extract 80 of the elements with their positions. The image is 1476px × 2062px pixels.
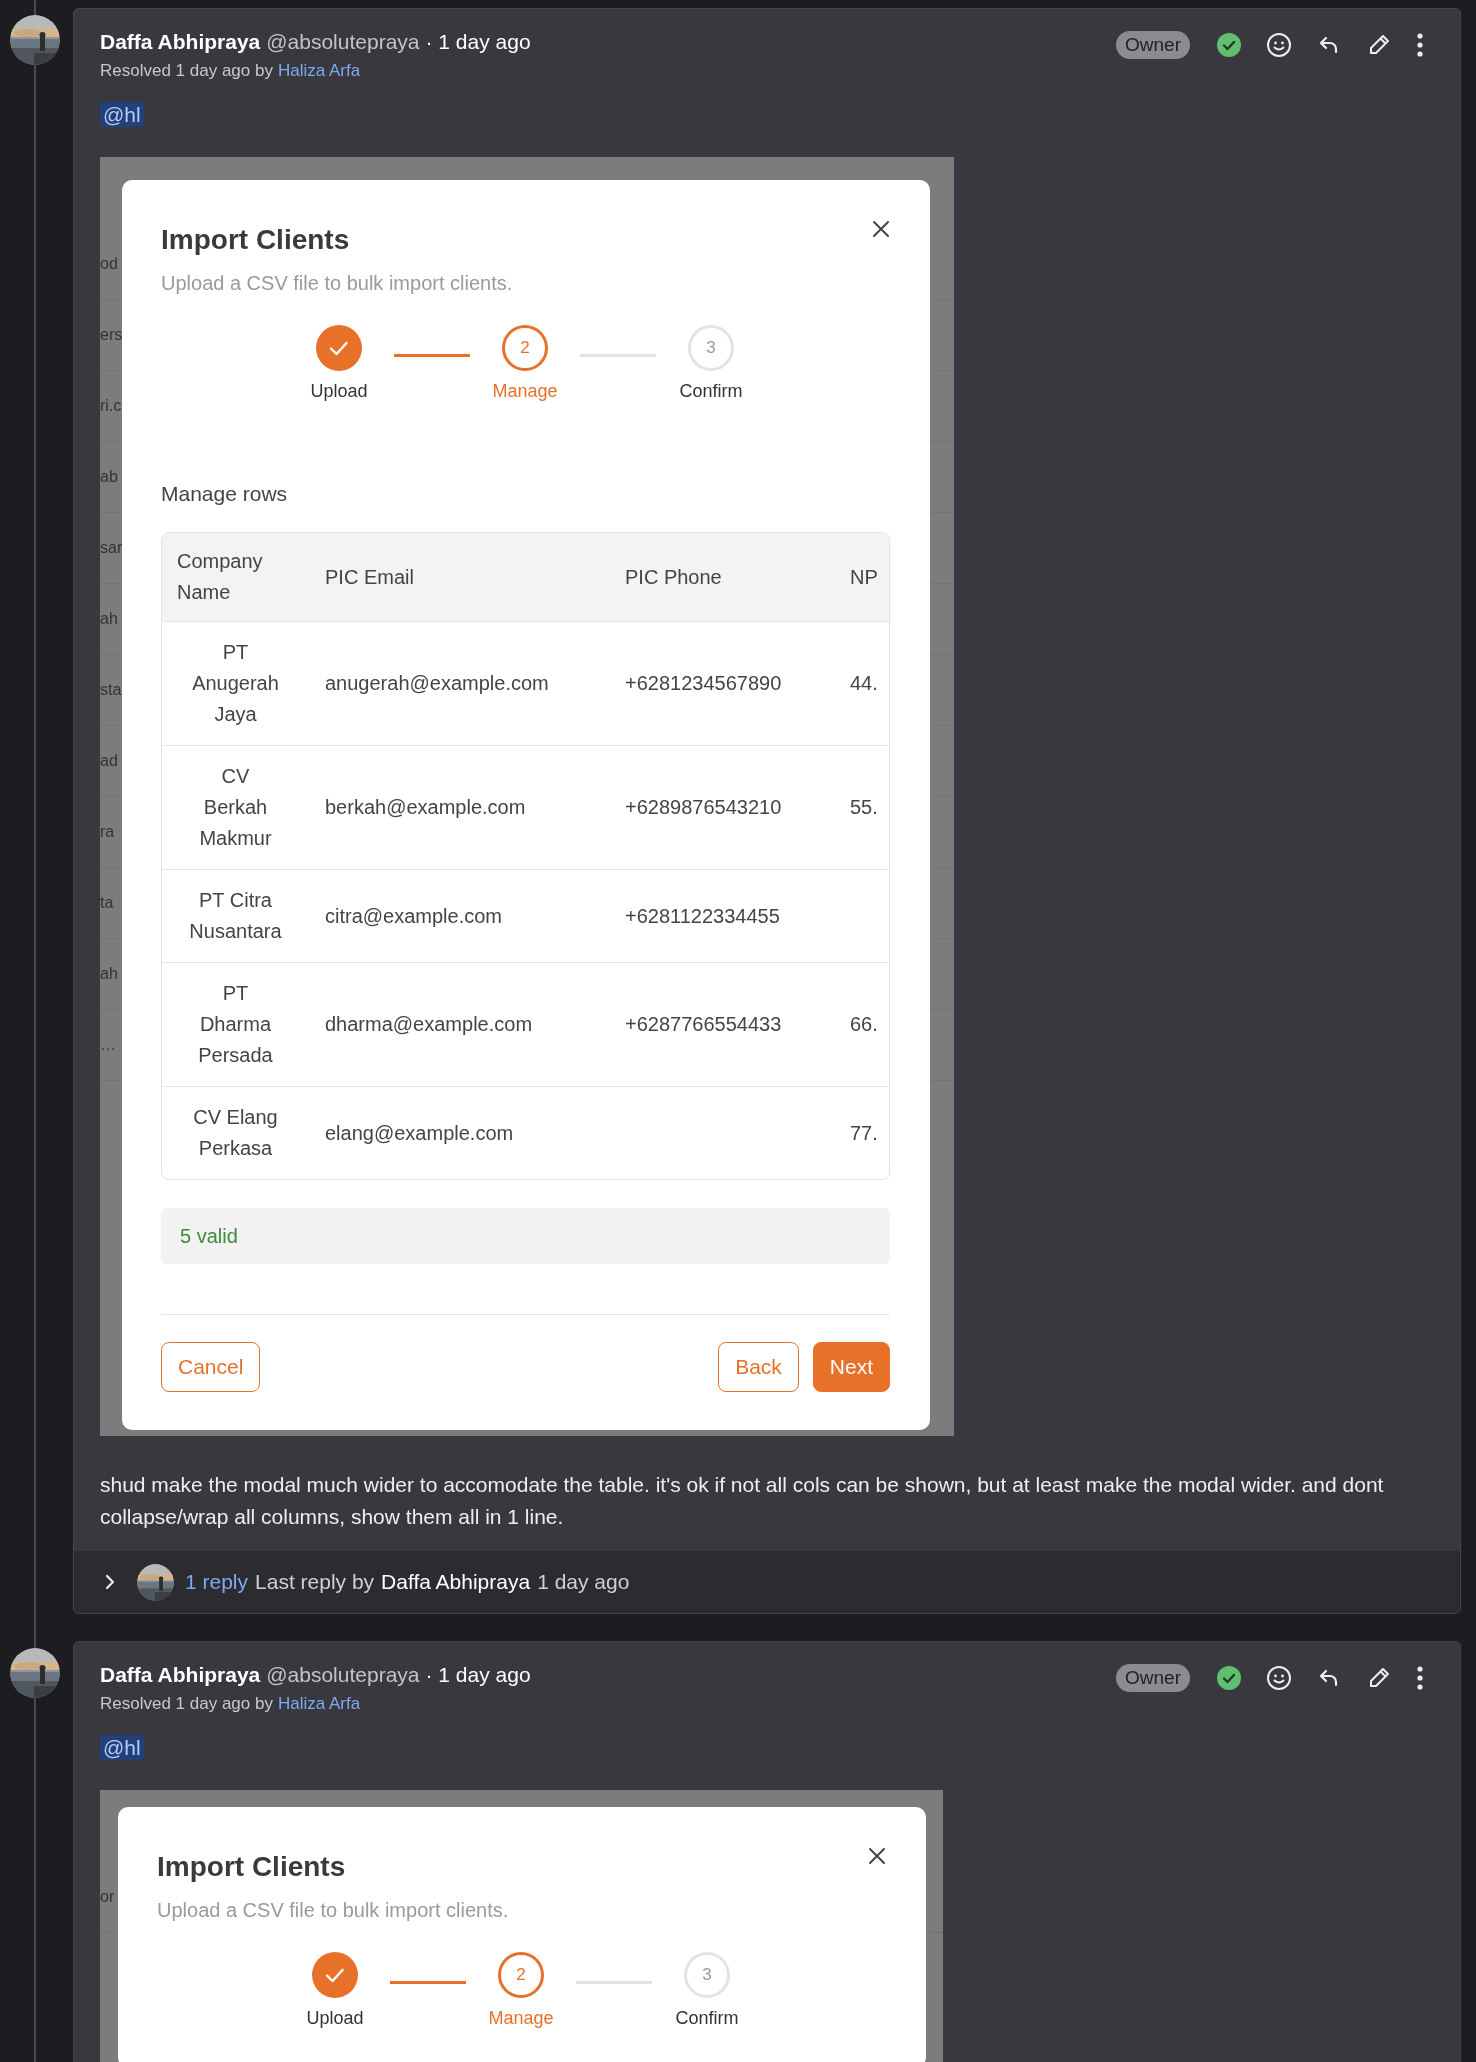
table-cell: 55. (850, 796, 878, 818)
resolver-link[interactable]: Haliza Arfa (277, 1694, 361, 1714)
step-number: 3 (688, 325, 734, 371)
column-header: PIC Email (309, 533, 609, 622)
step-label: Upload (310, 381, 368, 402)
dialog-subtitle: Upload a CSV file to bulk import clients. (161, 272, 514, 295)
background-text: ab (100, 468, 119, 486)
table-cell: PT Dharma Persada (198, 982, 273, 1066)
step-label: Upload (306, 2008, 364, 2029)
background-text: ri.c (100, 397, 123, 415)
replies-bar[interactable]: 1 reply Last reply by Daffa Abhipraya 1 day ago (74, 1551, 1460, 1613)
reply-time: 1 day ago (537, 1570, 630, 1594)
author-handle: @absolutepraya (266, 29, 420, 55)
column-header: PIC Phone (609, 533, 834, 622)
table-cell: 66. (850, 1013, 878, 1035)
column-header: NP (834, 533, 889, 622)
dialog-title: Import Clients (157, 1851, 346, 1883)
reply-author[interactable]: Daffa Abhipraya (381, 1570, 531, 1594)
table-cell: CV Berkah Makmur (199, 765, 272, 849)
chevron-icon[interactable] (104, 1574, 116, 1590)
table-cell: +6287766554433 (625, 1013, 782, 1035)
background-text: ad (100, 752, 119, 770)
valid-count: 5 valid (180, 1224, 238, 1248)
close-icon[interactable] (872, 220, 890, 238)
table-cell: dharma@example.com (325, 1013, 533, 1035)
background-text: od (100, 255, 118, 273)
step-number: 3 (684, 1952, 730, 1998)
table-cell: anugerah@example.com (325, 672, 549, 694)
timestamp: · 1 day ago (425, 1662, 531, 1688)
table-cell: +6289876543210 (625, 796, 782, 818)
resolved-check-icon[interactable] (1216, 1665, 1242, 1691)
step-label: Confirm (679, 381, 743, 402)
author-name[interactable]: Daffa Abhipraya (100, 29, 261, 55)
timestamp: · 1 day ago (425, 29, 531, 55)
smiley-icon[interactable] (1266, 1665, 1292, 1691)
more-menu-icon[interactable] (1416, 32, 1424, 58)
table-cell: PT Citra Nusantara (189, 889, 282, 942)
background-text: ers (100, 326, 124, 344)
resolver-link[interactable]: Haliza Arfa (277, 61, 361, 81)
table-cell: citra@example.com (325, 904, 503, 927)
background-text: ra (100, 823, 116, 841)
mention[interactable]: @hl (100, 102, 144, 127)
table-cell: CV Elang Perkasa (193, 1106, 278, 1159)
author-handle: @absolutepraya (266, 1662, 420, 1688)
step-label: Manage (492, 381, 558, 402)
table-cell: +6281234567890 (625, 672, 782, 694)
resolved-text: Resolved 1 day ago by (100, 61, 273, 81)
step-label: Confirm (675, 2008, 739, 2029)
close-icon[interactable] (868, 1847, 886, 1865)
table-cell: 44. (850, 672, 878, 694)
background-text: sta (100, 681, 123, 699)
comment-text: shud make the modal much wider to accomodate the table. it's ok if not all cols can be shown, but at least make the modal wider. and dont collapse/wrap all columns, show them all in 1 line. (100, 1472, 1385, 1530)
background-text: ta (100, 894, 115, 912)
owner-badge: Owner (1116, 1664, 1190, 1692)
step-number: 2 (502, 325, 548, 371)
resolved-check-icon[interactable] (1216, 32, 1242, 58)
last-reply-label: Last reply by (255, 1570, 375, 1594)
step-number: 2 (498, 1952, 544, 1998)
background-text: … (100, 1036, 116, 1054)
background-text: ah (100, 965, 119, 983)
background-text: or (100, 1888, 116, 1906)
reply-count-link[interactable]: 1 reply (185, 1570, 249, 1594)
resolved-text: Resolved 1 day ago by (100, 1694, 273, 1714)
background-text: ah (100, 610, 119, 628)
table-cell: +6281122334455 (625, 904, 780, 927)
dialog-subtitle: Upload a CSV file to bulk import clients. (157, 1899, 510, 1922)
owner-badge: Owner (1116, 31, 1190, 59)
more-menu-icon[interactable] (1416, 1665, 1424, 1691)
table-cell: berkah@example.com (325, 796, 526, 818)
table-cell: PT Anugerah Jaya (192, 641, 279, 725)
dialog-title: Import Clients (161, 224, 350, 256)
step-label: Manage (488, 2008, 554, 2029)
table-cell: elang@example.com (325, 1121, 514, 1144)
column-header: Company Name (162, 533, 309, 622)
background-text: sar (100, 539, 124, 557)
table-cell: 77. (850, 1121, 878, 1144)
mention[interactable]: @hl (100, 1735, 144, 1760)
author-name[interactable]: Daffa Abhipraya (100, 1662, 261, 1688)
section-title: Manage rows (161, 482, 289, 506)
smiley-icon[interactable] (1266, 32, 1292, 58)
